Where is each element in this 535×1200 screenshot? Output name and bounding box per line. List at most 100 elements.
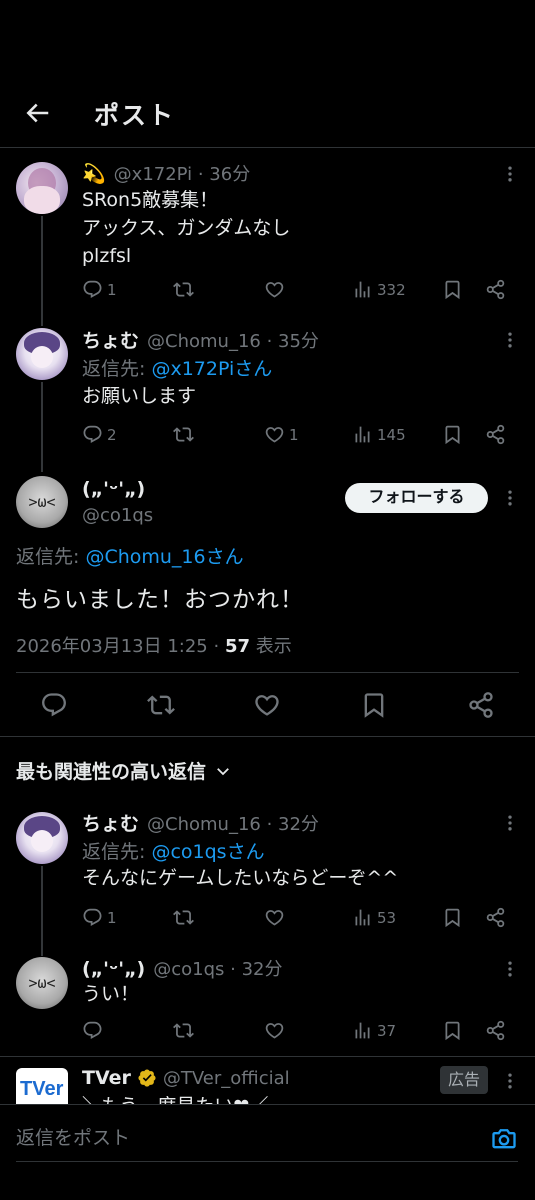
back-arrow-icon[interactable] — [22, 98, 52, 128]
views-count: 145 — [377, 425, 406, 444]
tweet-header: ちょむ @Chomu_16 · 35分 — [82, 326, 319, 353]
avatar[interactable] — [16, 812, 68, 864]
verified-badge-icon — [138, 1069, 156, 1087]
camera-icon[interactable] — [490, 1125, 518, 1153]
like-button[interactable]: 1 — [264, 424, 299, 445]
reply-sort-dropdown[interactable]: 最も関連性の高い返信 — [16, 757, 232, 784]
like-count: 1 — [289, 425, 299, 444]
bookmark-button[interactable] — [442, 1020, 463, 1041]
reply-to-line: 返信先: @x172Piさん — [82, 354, 272, 381]
divider — [0, 736, 535, 737]
reply-to-link[interactable]: @co1qsさん — [151, 841, 264, 863]
repost-button[interactable] — [173, 907, 198, 928]
more-icon[interactable] — [500, 164, 520, 184]
more-icon[interactable] — [500, 1071, 520, 1091]
views-count: 332 — [377, 280, 406, 299]
tweet-text: うい！ — [82, 983, 140, 1005]
repost-button[interactable] — [173, 279, 198, 300]
reply-to-label: 返信先: — [82, 841, 152, 863]
tweet-text: そんなにゲームしたいならどーぞ^^ — [82, 867, 399, 889]
tweet-header: ちょむ @Chomu_16 · 32分 — [82, 809, 319, 836]
author-name[interactable]: („'ᵕ'„) — [82, 478, 145, 500]
top-bar: ポスト — [0, 80, 535, 146]
author-name[interactable]: ちょむ — [82, 326, 139, 353]
avatar[interactable] — [16, 328, 68, 380]
avatar[interactable]: >ω< — [16, 957, 68, 1009]
views-button[interactable]: 145 — [352, 424, 406, 445]
author-name[interactable]: TVer — [82, 1067, 131, 1089]
tweet-meta[interactable]: @co1qs · 32分 — [153, 955, 282, 981]
reply-to-label: 返信先: — [16, 546, 86, 568]
more-icon[interactable] — [500, 488, 520, 508]
like-button[interactable] — [264, 1020, 289, 1041]
avatar-face-icon: >ω< — [28, 493, 56, 511]
reply-button[interactable]: 1 — [82, 279, 117, 300]
reply-button[interactable]: 1 — [82, 907, 117, 928]
chevron-down-icon — [217, 767, 229, 775]
reply-to-link[interactable]: @x172Piさん — [151, 358, 272, 380]
timestamp-line: 2026年03月13日 1:25 · 57 表示 — [16, 632, 292, 658]
reply-input[interactable] — [16, 1123, 456, 1153]
reply-icon[interactable] — [40, 691, 68, 719]
reply-button[interactable]: 2 — [82, 424, 117, 445]
views-count: 37 — [377, 1021, 397, 1040]
more-icon[interactable] — [500, 330, 520, 350]
like-icon[interactable] — [253, 691, 281, 719]
tweet-text: もらいました！おつかれ！ — [16, 587, 304, 613]
like-button[interactable] — [264, 279, 289, 300]
avatar[interactable]: >ω< — [16, 476, 68, 528]
author-name[interactable]: ちょむ — [82, 809, 139, 836]
reply-count: 1 — [107, 908, 117, 927]
tweet-meta[interactable]: @Chomu_16 · 35分 — [147, 327, 319, 353]
author-name[interactable]: („'ᵕ'„) — [82, 958, 145, 980]
tweet-text: SRon5敵募集！ アックス、ガンダムなし plzfsl — [82, 189, 291, 267]
timestamp[interactable]: 2026年03月13日 1:25 · — [16, 636, 225, 657]
divider — [16, 672, 519, 673]
author-handle[interactable]: @TVer_official — [163, 1068, 290, 1089]
thread-connector — [41, 866, 43, 956]
repost-button[interactable] — [173, 1020, 198, 1041]
more-icon[interactable] — [500, 959, 520, 979]
more-icon[interactable] — [500, 813, 520, 833]
tweet-header: („'ᵕ'„) @co1qs · 32分 — [82, 955, 282, 981]
repost-button[interactable] — [173, 424, 198, 445]
ad-badge: 広告 — [440, 1066, 488, 1094]
views-button[interactable]: 53 — [352, 907, 396, 928]
reply-to-label: 返信先: — [82, 358, 152, 380]
thread-connector — [41, 382, 43, 472]
share-button[interactable] — [485, 424, 506, 445]
bookmark-button[interactable] — [442, 907, 463, 928]
repost-icon[interactable] — [147, 691, 175, 719]
thread-connector — [41, 216, 43, 326]
reply-count: 1 — [107, 280, 117, 299]
reply-to-line: 返信先: @co1qsさん — [82, 837, 265, 864]
tweet-meta[interactable]: @x172Pi · 36分 — [114, 160, 251, 186]
bookmark-button[interactable] — [442, 279, 463, 300]
composer-underline — [16, 1161, 518, 1162]
share-button[interactable] — [485, 907, 506, 928]
views-button[interactable]: 332 — [352, 279, 406, 300]
page-title: ポスト — [94, 101, 176, 130]
tweet-header: 💫 @x172Pi · 36分 — [82, 160, 250, 186]
share-button[interactable] — [485, 279, 506, 300]
share-icon[interactable] — [467, 691, 495, 719]
reply-composer — [0, 1104, 535, 1200]
reply-to-line: 返信先: @Chomu_16さん — [16, 542, 244, 569]
tver-logo-text: TVer — [20, 1078, 64, 1100]
avatar[interactable] — [16, 162, 68, 214]
author-handle[interactable]: @co1qs — [82, 505, 153, 526]
share-button[interactable] — [485, 1020, 506, 1041]
reply-button[interactable] — [82, 1020, 107, 1041]
bookmark-icon[interactable] — [360, 691, 388, 719]
views-button[interactable]: 37 — [352, 1020, 396, 1041]
views-count: 53 — [377, 908, 397, 927]
tweet-meta[interactable]: @Chomu_16 · 32分 — [147, 810, 319, 836]
views-count: 57 — [224, 636, 250, 657]
follow-button[interactable]: フォローする — [345, 483, 488, 513]
bookmark-button[interactable] — [442, 424, 463, 445]
views-label: 表示 — [250, 636, 292, 657]
reply-count: 2 — [107, 425, 117, 444]
avatar-face-icon: >ω< — [28, 974, 56, 992]
reply-to-link[interactable]: @Chomu_16さん — [85, 546, 243, 568]
like-button[interactable] — [264, 907, 289, 928]
